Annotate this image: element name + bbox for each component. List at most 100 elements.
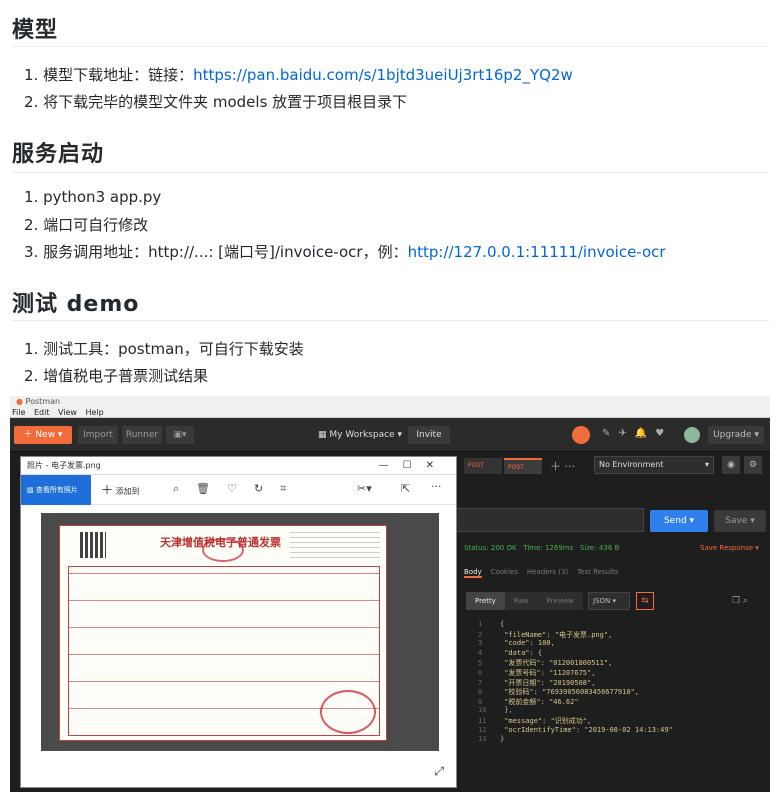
url-input[interactable] xyxy=(450,508,644,532)
line-number: 2 xyxy=(478,630,483,639)
photo-viewer-window: 照片 - 电子发票.png —☐✕ ▨ 查看所有照片 ＋ 添加到 ⌕🗑♡↻⌗ ✂… xyxy=(20,456,457,788)
heading-service: 服务启动 xyxy=(12,142,105,167)
code-line: 9 "税前金额": "46.62" xyxy=(478,697,768,707)
workspace-dropdown[interactable]: ▦ My Workspace ▾ xyxy=(315,426,405,444)
code-text: "ocrIdentifyTime": "2019-08-02 14:13:49" xyxy=(500,725,673,734)
view-mode-bar: Pretty Raw Preview xyxy=(466,592,583,610)
request-tab[interactable]: POST xyxy=(464,458,502,474)
line-number: 12 xyxy=(478,725,487,734)
new-button[interactable]: ＋ New ▾ xyxy=(14,426,72,444)
seal-bottom xyxy=(320,690,376,734)
model-download-link[interactable]: https://pan.baidu.com/s/1bjtd3ueiUj3rt16… xyxy=(193,66,573,84)
save-response-button[interactable]: Save Response ▾ xyxy=(700,544,759,552)
format-select[interactable]: JSON ▾ xyxy=(588,592,630,610)
line-number: 1 xyxy=(478,620,483,628)
request-tab-active[interactable]: POST xyxy=(504,458,542,474)
code-line: 8 "校验码": "76939056083456677910", xyxy=(478,687,768,697)
line-number: 13 xyxy=(478,735,487,744)
upgrade-button[interactable]: Upgrade ▾ xyxy=(708,426,764,444)
code-line: 3 "code": 100, xyxy=(478,639,768,647)
save-button[interactable]: Save ▾ xyxy=(714,510,766,532)
code-line: 13} xyxy=(478,735,768,743)
code-text: } xyxy=(500,735,505,744)
seal-top xyxy=(202,538,244,562)
list-item: 1. 测试工具：postman，可自行下载安装 xyxy=(24,340,304,358)
line-number: 10 xyxy=(478,706,487,715)
viewer-action-icons[interactable]: ⌕🗑♡↻⌗ xyxy=(173,482,303,496)
menu-help[interactable]: Help xyxy=(86,408,104,417)
toolbar: ＋ New ▾ Import Runner ▣▾ ▦ My Workspace … xyxy=(10,418,770,452)
heading-demo: 测试 demo xyxy=(12,292,140,317)
list-item: 2. 将下载完毕的模型文件夹 models 放置于项目根目录下 xyxy=(24,93,408,111)
list-item: 1. 模型下载地址：链接：https://pan.baidu.com/s/1bj… xyxy=(24,66,573,84)
code-text: }, xyxy=(500,706,513,715)
grid-icon: ▦ xyxy=(318,430,327,440)
more-icon[interactable]: ··· xyxy=(431,480,442,493)
plus-icon: ＋ xyxy=(23,430,33,440)
plus-icon: ＋ xyxy=(101,483,114,497)
qr-code xyxy=(80,532,106,558)
list-item: 2. 端口可自行修改 xyxy=(24,216,149,234)
code-text: "发票代码": "012001800511", xyxy=(500,659,613,668)
code-line: 5 "发票代码": "012001800511", xyxy=(478,658,768,668)
line-number: 7 xyxy=(478,678,483,687)
code-line: 4 "data": { xyxy=(478,649,768,657)
code-text: "发票号码": "11207675", xyxy=(500,669,596,677)
divider xyxy=(12,46,769,47)
tab-headers[interactable]: Headers (3) xyxy=(527,568,568,576)
raw-button[interactable]: Raw xyxy=(505,592,538,610)
code-line: 12 "ocrIdentifyTime": "2019-08-02 14:13:… xyxy=(478,726,768,734)
environment-select[interactable]: No Environment ▾ xyxy=(594,456,714,474)
tab-cookies[interactable]: Cookies xyxy=(491,568,518,576)
chevron-down-icon: ▾ xyxy=(704,460,709,469)
pretty-button[interactable]: Pretty xyxy=(466,592,505,610)
code-text: "data": { xyxy=(500,648,543,657)
line-number: 11 xyxy=(478,717,487,725)
menu-edit[interactable]: Edit xyxy=(34,408,50,417)
list-item: 1. python3 app.py xyxy=(24,188,162,206)
edit-icon[interactable]: ✂▾ xyxy=(357,482,372,495)
image-icon: ▨ xyxy=(27,486,34,494)
import-button[interactable]: Import xyxy=(78,426,118,444)
line-number: 8 xyxy=(478,688,483,697)
new-window-button[interactable]: ▣▾ xyxy=(166,426,194,444)
add-tab-icon[interactable]: ＋ ··· xyxy=(550,458,575,474)
viewer-toolbar: ▨ 查看所有照片 ＋ 添加到 ⌕🗑♡↻⌗ ✂▾ ⇱ ··· xyxy=(21,475,456,505)
view-all-photos-button[interactable]: ▨ 查看所有照片 xyxy=(21,475,91,505)
viewer-title: 照片 - 电子发票.png —☐✕ xyxy=(21,457,456,475)
copy-icon[interactable]: ❐ ⌕ xyxy=(732,596,748,606)
line-number: 3 xyxy=(478,639,483,648)
list-item: 2. 增值税电子普票测试结果 xyxy=(24,367,209,385)
line-number: 6 xyxy=(478,669,483,677)
runner-button[interactable]: Runner xyxy=(122,426,162,444)
tab-body[interactable]: Body xyxy=(464,568,482,578)
add-to-button[interactable]: ＋ 添加到 xyxy=(101,475,140,505)
tab-test-results[interactable]: Test Results xyxy=(577,568,618,576)
window-controls[interactable]: —☐✕ xyxy=(379,457,448,475)
share-icon[interactable]: ⇱ xyxy=(401,482,410,495)
postman-screenshot: ● Postman File Edit View Help ＋ New ▾ Im… xyxy=(10,396,770,792)
eye-icon[interactable]: ◉ xyxy=(722,456,740,474)
menu-view[interactable]: View xyxy=(58,408,77,417)
expand-icon[interactable]: ⤢ xyxy=(434,764,444,779)
code-line: 10 }, xyxy=(478,706,768,714)
code-line: 1{ xyxy=(478,620,768,628)
preview-button[interactable]: Preview xyxy=(538,592,583,610)
response-status: Status: 200 OK Time: 1269ms Size: 436 B xyxy=(464,544,620,552)
line-number: 9 xyxy=(478,697,483,706)
code-text: "税前金额": "46.62" xyxy=(500,697,579,706)
invite-button[interactable]: Invite xyxy=(408,426,450,444)
service-example-link[interactable]: http://127.0.0.1:11111/invoice-ocr xyxy=(408,243,666,261)
sync-icon[interactable] xyxy=(572,426,590,444)
code-line: 6 "发票号码": "11207675", xyxy=(478,668,768,678)
divider xyxy=(12,320,769,321)
heading-model: 模型 xyxy=(12,18,59,43)
code-text: "code": 100, xyxy=(500,639,555,648)
wrap-icon[interactable]: ⇆ xyxy=(636,592,654,610)
code-text: { xyxy=(500,620,505,628)
avatar[interactable] xyxy=(684,427,700,443)
code-text: "校验码": "76939056083456677910", xyxy=(500,688,640,697)
settings-icon[interactable]: ⚙ xyxy=(744,456,762,474)
menu-file[interactable]: File xyxy=(12,408,25,417)
send-button[interactable]: Send ▾ xyxy=(650,510,708,532)
